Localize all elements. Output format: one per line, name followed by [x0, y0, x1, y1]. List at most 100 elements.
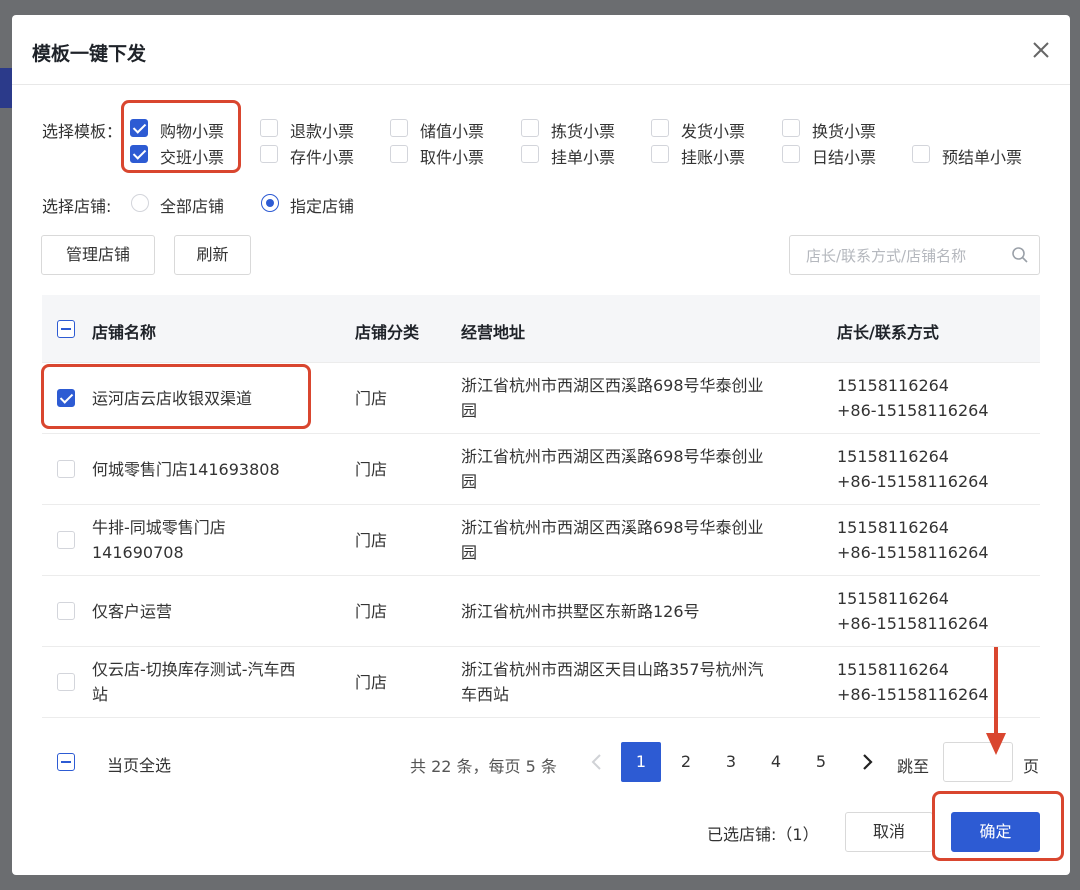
store-contact-cell-line: +86-15158116264: [837, 614, 989, 633]
store-address-cell-line: 车西站: [461, 685, 510, 704]
store-address-cell: 浙江省杭州市拱墅区东新路126号: [461, 599, 700, 624]
background-nav-strip: [0, 68, 12, 108]
store-address-cell: 浙江省杭州市西湖区西溪路698号华泰创业园: [461, 515, 764, 565]
radio-all-stores-label: 全部店铺: [160, 197, 225, 216]
column-header-category: 店铺分类: [355, 323, 420, 342]
cancel-button[interactable]: 取消: [845, 812, 933, 852]
table-row[interactable]: 仅客户运营 门店 浙江省杭州市拱墅区东新路126号 15158116264 +86-15…: [42, 576, 1040, 647]
store-contact-cell-line: +86-15158116264: [837, 401, 989, 420]
template-checkbox-label: 交班小票: [160, 148, 225, 167]
store-name-cell-line: 牛排-同城零售门店: [92, 518, 226, 537]
template-checkbox[interactable]: [782, 145, 800, 163]
store-contact-cell: 15158116264 +86-15158116264: [837, 515, 989, 565]
store-label: 选择店铺:: [42, 197, 112, 216]
dialog-title: 模板一键下发: [32, 43, 147, 65]
template-checkbox-label: 取件小票: [420, 148, 485, 167]
table-row[interactable]: 仅云店-切换库存测试-汽车西站 门店 浙江省杭州市西湖区天目山路357号杭州汽 车西站…: [42, 647, 1040, 718]
template-checkbox-label: 挂单小票: [551, 148, 616, 167]
store-category-cell: 门店: [355, 602, 388, 621]
template-checkbox[interactable]: [130, 145, 148, 163]
chevron-right-icon: [863, 754, 873, 770]
template-checkbox-label: 挂账小票: [681, 148, 746, 167]
page-unit-label: 页: [1023, 757, 1040, 776]
page-number-button[interactable]: 1: [621, 742, 661, 782]
store-contact-cell-line: +86-15158116264: [837, 685, 989, 704]
store-name-cell: 仅云店-切换库存测试-汽车西站: [92, 657, 296, 707]
refresh-button[interactable]: 刷新: [174, 235, 251, 275]
header-select-all-checkbox[interactable]: [57, 320, 75, 338]
pagination-total: 共 22 条，每页 5 条: [410, 757, 557, 776]
template-checkbox-label: 储值小票: [420, 122, 485, 141]
search-input[interactable]: [804, 244, 1008, 268]
radio-specified-stores[interactable]: [261, 194, 279, 212]
store-contact-cell: 15158116264 +86-15158116264: [837, 586, 989, 636]
row-select-checkbox[interactable]: [57, 531, 75, 549]
jump-label: 跳至: [897, 757, 930, 776]
template-checkbox-label: 换货小票: [812, 122, 877, 141]
close-icon: [1033, 42, 1049, 58]
page-select-all-label: 当页全选: [107, 756, 172, 775]
row-select-checkbox[interactable]: [57, 389, 75, 407]
template-checkbox[interactable]: [130, 119, 148, 137]
radio-specified-stores-label: 指定店铺: [290, 197, 355, 216]
store-contact-cell-line: 15158116264: [837, 518, 949, 537]
page-number-button[interactable]: 4: [756, 742, 796, 782]
template-checkbox[interactable]: [912, 145, 930, 163]
page-number-button[interactable]: 2: [666, 742, 706, 782]
store-contact-cell: 15158116264 +86-15158116264: [837, 657, 989, 707]
template-checkbox-label: 发货小票: [681, 122, 746, 141]
store-address-cell: 浙江省杭州市西湖区西溪路698号华泰创业园: [461, 444, 764, 494]
search-icon[interactable]: [1011, 246, 1029, 264]
row-select-checkbox[interactable]: [57, 673, 75, 691]
store-contact-cell-line: 15158116264: [837, 447, 949, 466]
template-checkbox[interactable]: [390, 145, 408, 163]
store-name-cell: 仅客户运营: [92, 599, 172, 624]
store-address-cell-line: 浙江省杭州市西湖区西溪路698号华泰创业: [461, 376, 764, 395]
template-checkbox-label: 拣货小票: [551, 122, 616, 141]
prev-page-button[interactable]: [577, 742, 617, 782]
store-name-cell-line: 何城零售门店141693808: [92, 460, 280, 479]
next-page-button[interactable]: [847, 742, 887, 782]
manage-stores-button[interactable]: 管理店铺: [41, 235, 155, 275]
store-contact-cell-line: 15158116264: [837, 589, 949, 608]
store-address-cell-line: 园: [461, 401, 478, 420]
template-checkbox[interactable]: [521, 119, 539, 137]
table-header: 店铺名称 店铺分类 经营地址 店长/联系方式: [42, 295, 1040, 363]
page-number-button[interactable]: 3: [711, 742, 751, 782]
template-checkbox-label: 日结小票: [812, 148, 877, 167]
store-name-cell: 运河店云店收银双渠道: [92, 386, 252, 411]
confirm-button[interactable]: 确定: [951, 812, 1040, 852]
store-name-cell-line: 仅客户运营: [92, 602, 173, 621]
store-name-cell-line: 仅云店-切换库存测试-汽车西: [92, 660, 296, 679]
store-address-cell: 浙江省杭州市西湖区天目山路357号杭州汽 车西站: [461, 657, 764, 707]
store-contact-cell: 15158116264 +86-15158116264: [837, 373, 989, 423]
store-address-cell-line: 浙江省杭州市西湖区西溪路698号华泰创业: [461, 447, 764, 466]
radio-all-stores[interactable]: [131, 194, 149, 212]
template-checkbox[interactable]: [521, 145, 539, 163]
template-checkbox-label: 退款小票: [290, 122, 355, 141]
table-row[interactable]: 牛排-同城零售门店 141690708 门店 浙江省杭州市西湖区西溪路698号华泰创业…: [42, 505, 1040, 576]
template-checkbox[interactable]: [260, 119, 278, 137]
store-address-cell-line: 园: [461, 543, 478, 562]
row-select-checkbox[interactable]: [57, 460, 75, 478]
chevron-left-icon: [591, 754, 601, 770]
template-checkbox[interactable]: [260, 145, 278, 163]
store-address-cell-line: 浙江省杭州市西湖区天目山路357号杭州汽: [461, 660, 764, 679]
template-checkbox[interactable]: [782, 119, 800, 137]
template-checkbox[interactable]: [651, 119, 669, 137]
row-select-checkbox[interactable]: [57, 602, 75, 620]
annotation-arrow-down-icon: [986, 647, 1006, 755]
page-select-all-checkbox[interactable]: [57, 753, 75, 771]
column-header-address: 经营地址: [461, 323, 526, 342]
store-name-cell-line: 运河店云店收银双渠道: [92, 389, 253, 408]
column-header-store-name: 店铺名称: [92, 323, 157, 342]
store-category-cell: 门店: [355, 389, 388, 408]
close-button[interactable]: [1026, 35, 1056, 65]
selected-stores-count: 已选店铺:（1）: [707, 825, 819, 844]
table-row[interactable]: 运河店云店收银双渠道 门店 浙江省杭州市西湖区西溪路698号华泰创业园 1515811…: [42, 363, 1040, 434]
template-checkbox[interactable]: [651, 145, 669, 163]
table-row[interactable]: 何城零售门店141693808 门店 浙江省杭州市西湖区西溪路698号华泰创业园 15…: [42, 434, 1040, 505]
page-number-button[interactable]: 5: [801, 742, 841, 782]
template-checkbox[interactable]: [390, 119, 408, 137]
template-checkbox-label: 存件小票: [290, 148, 355, 167]
